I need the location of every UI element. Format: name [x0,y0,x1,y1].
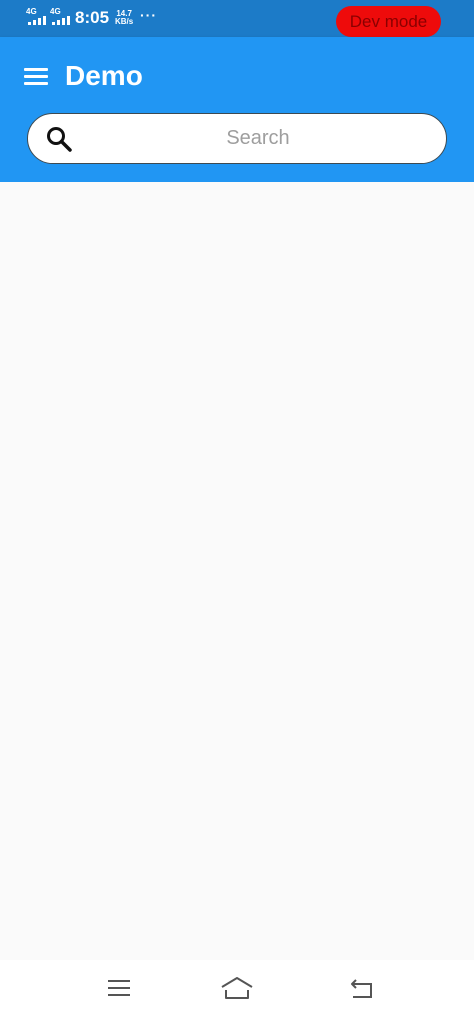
signal-bars-icon [52,16,70,25]
signal-2: 4G [50,8,72,28]
network-speed: 14.7 KB/s [115,10,133,26]
speed-unit: KB/s [115,17,134,26]
home-button[interactable] [219,974,253,1002]
screen: 4G 4G 8:05 14.7 KB/s ··· Dev mode Demo [0,0,474,1016]
menu-button[interactable] [18,61,54,93]
search-input[interactable] [88,120,428,156]
app-bar: Demo [0,37,474,182]
network-type-1: 4G [26,7,37,16]
content-area [0,182,474,960]
system-nav-bar [0,960,474,1016]
signal-1: 4G [26,8,48,28]
status-bar: 4G 4G 8:05 14.7 KB/s ··· Dev mode [0,0,474,37]
back-icon [345,974,379,1002]
clock: 8:05 [75,8,110,27]
search-icon [45,125,73,153]
dev-mode-badge[interactable]: Dev mode [336,6,441,37]
more-notifications-icon: ··· [140,7,157,23]
recent-apps-button[interactable] [102,974,136,1002]
home-icon [219,974,253,1002]
back-button[interactable] [345,974,379,1002]
search-box[interactable] [27,113,447,164]
signal-bars-icon [28,16,46,25]
page-title: Demo [65,60,143,91]
network-type-2: 4G [50,7,61,16]
recent-apps-icon [102,974,136,1002]
